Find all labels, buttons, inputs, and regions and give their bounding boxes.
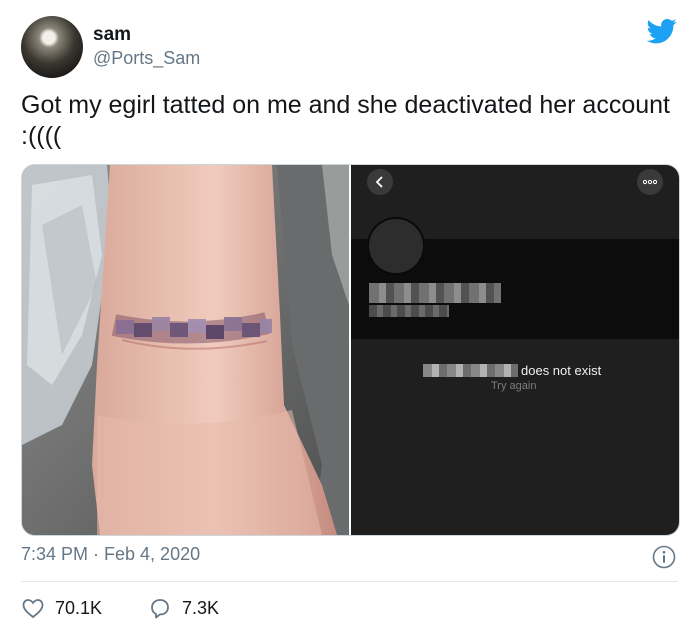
user-handle[interactable]: @Ports_Sam xyxy=(93,48,200,69)
divider xyxy=(21,581,678,582)
not-exist-text: does not exist xyxy=(521,363,602,378)
chevron-left-icon[interactable] xyxy=(367,169,393,195)
try-again-text[interactable]: Try again xyxy=(491,380,536,392)
reply-count: 7.3K xyxy=(182,597,220,618)
photo-wrist-tattoo[interactable] xyxy=(22,165,349,535)
more-dots-icon[interactable] xyxy=(637,169,663,195)
info-icon[interactable] xyxy=(652,545,676,569)
photo-instagram-screen[interactable]: does not exist Try again xyxy=(351,165,679,535)
user-name[interactable]: sam xyxy=(93,24,131,46)
tweet-text: Got my egirl tatted on me and she deacti… xyxy=(21,91,670,150)
wrist-photo-drawing xyxy=(22,165,349,535)
avatar[interactable] xyxy=(21,16,83,78)
reply-action[interactable]: 7.3K xyxy=(148,596,219,620)
redacted-username xyxy=(423,364,518,377)
tweet-timestamp[interactable]: 7:34 PM · Feb 4, 2020 xyxy=(21,544,200,565)
heart-icon[interactable] xyxy=(21,596,45,620)
like-action[interactable]: 70.1K xyxy=(21,596,102,620)
profile-avatar-placeholder xyxy=(367,217,425,275)
not-exist-message: does not exist xyxy=(423,363,601,378)
subtitle-censored xyxy=(369,305,449,317)
media-grid[interactable]: does not exist Try again xyxy=(21,164,680,536)
like-count: 70.1K xyxy=(55,597,103,618)
username-censored xyxy=(369,283,501,303)
reply-bubble-icon[interactable] xyxy=(148,596,172,620)
twitter-bird-icon[interactable] xyxy=(646,16,678,46)
